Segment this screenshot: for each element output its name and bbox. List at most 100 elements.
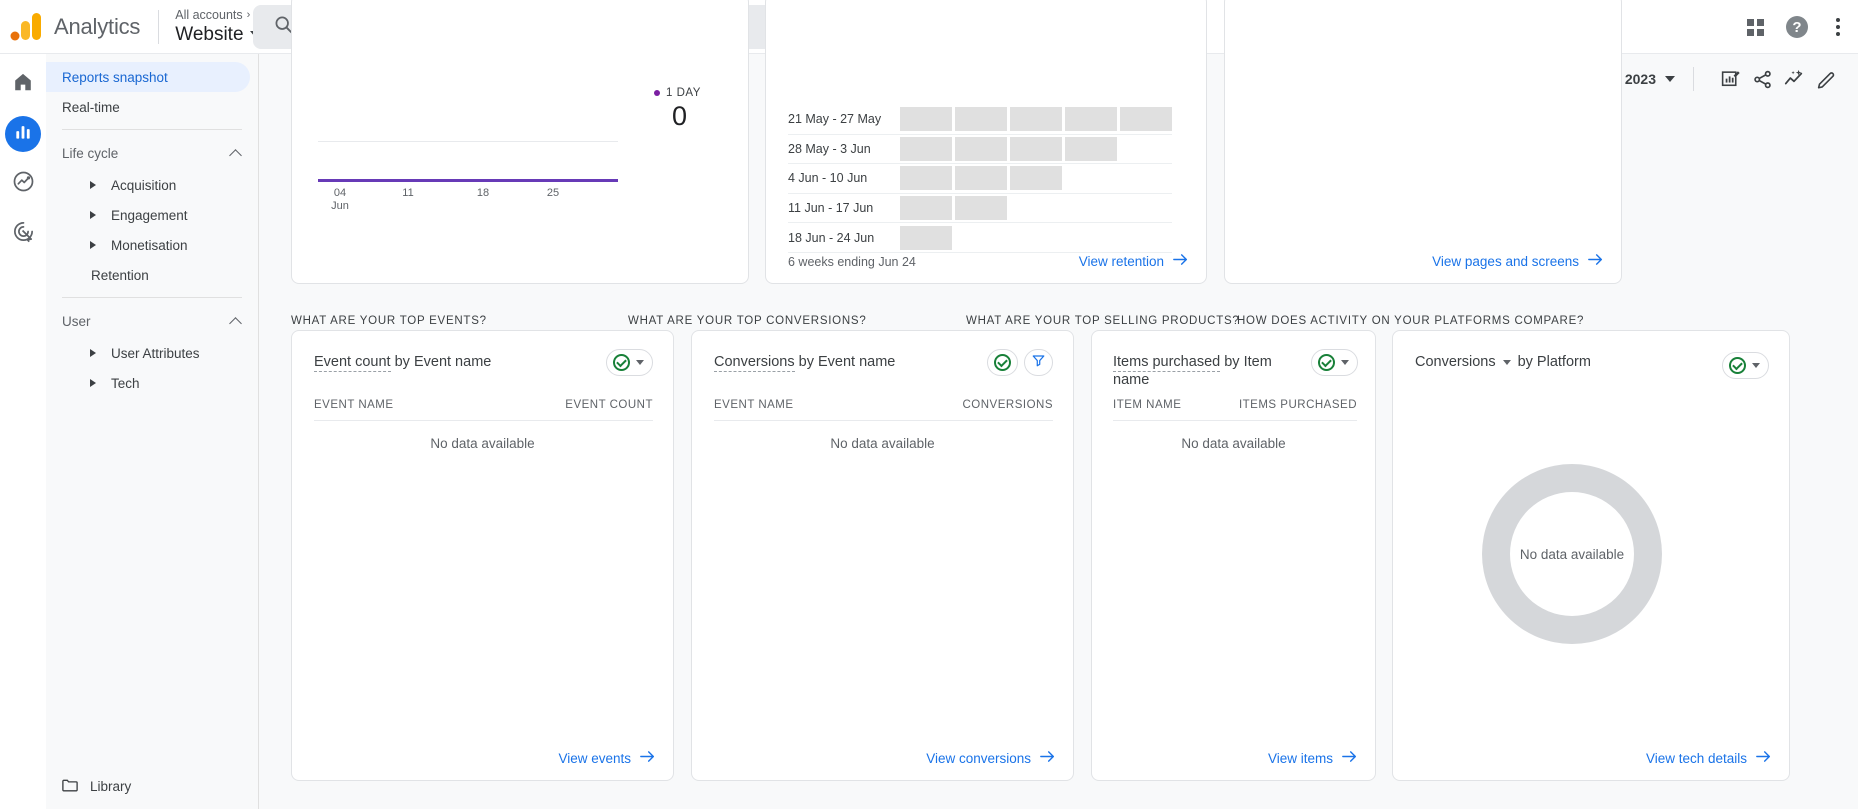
chevron-down-icon [1665, 76, 1675, 82]
filter-badge[interactable] [1024, 349, 1053, 376]
data-quality-badge[interactable] [606, 349, 653, 376]
card-title: Event count by Event name [314, 353, 574, 371]
sidebar-item-label: Reports snapshot [62, 70, 168, 85]
sparkline-line [318, 179, 618, 182]
sparkline-tick-3: 25 [535, 187, 571, 200]
sparkline-legend: 1 DAY [654, 87, 701, 99]
help-icon[interactable]: ? [1786, 16, 1808, 38]
card-users-sparkline: 04 Jun 11 18 25 1 DAY 0 [291, 0, 749, 284]
card-title-metric[interactable]: Event count [314, 354, 391, 372]
card-header: Conversions by Event name [714, 353, 964, 371]
chevron-up-icon [229, 317, 242, 330]
cohort-label: 21 May - 27 May [788, 112, 900, 126]
column-header: ITEM NAME [1113, 399, 1181, 411]
sparkline-gridline [318, 141, 618, 142]
cohort-label: 28 May - 3 Jun [788, 142, 900, 156]
property-name: Website [175, 23, 243, 46]
chevron-up-icon [229, 149, 242, 162]
sidebar-item-engagement[interactable]: Engagement [46, 200, 258, 230]
table-row: 21 May - 27 May [788, 105, 1172, 135]
sidebar-item-real-time[interactable]: Real-time [46, 92, 250, 122]
link-label: View tech details [1646, 751, 1747, 766]
column-header: EVENT NAME [714, 399, 794, 411]
section-label-top-selling-products: WHAT ARE YOUR TOP SELLING PRODUCTS? [966, 315, 1240, 327]
sidebar-item-label: Library [90, 779, 131, 794]
card-title: Items purchased by Item name [1113, 353, 1278, 389]
insights-icon[interactable] [1780, 65, 1808, 93]
empty-state-message: No data available [1092, 436, 1375, 451]
rail-item-explore[interactable] [5, 166, 41, 202]
library-folder-icon [62, 778, 78, 795]
cohort-cells [900, 226, 952, 250]
card-title-metric[interactable]: Items purchased [1113, 354, 1220, 372]
legend-dot-icon [654, 90, 660, 96]
breadcrumb-separator: › [247, 8, 251, 23]
header-divider [1693, 67, 1694, 91]
cohort-table: 21 May - 27 May 28 May - 3 Jun 4 Jun - 1… [788, 105, 1172, 253]
icon-rail [0, 54, 46, 809]
data-quality-badge[interactable] [1311, 349, 1358, 376]
column-header: EVENT COUNT [565, 399, 653, 411]
more-vert-icon[interactable] [1830, 16, 1846, 38]
cohort-label: 11 Jun - 17 Jun [788, 201, 900, 215]
check-circle-icon [1729, 357, 1746, 374]
view-events-link[interactable]: View events [558, 750, 655, 766]
sidebar-item-retention[interactable]: Retention [46, 260, 258, 290]
table-column-headers: EVENT NAME CONVERSIONS [714, 399, 1053, 421]
topbar-actions: ? [1747, 0, 1846, 54]
rail-item-advertising[interactable] [5, 216, 41, 252]
chevron-down-icon [636, 360, 644, 365]
legend-label: 1 DAY [666, 87, 701, 99]
card-title-metric-select[interactable]: Conversions [1415, 353, 1496, 371]
card-top-conversions: Conversions by Event name EVENT NAME CON… [691, 330, 1074, 781]
link-label: View conversions [926, 751, 1031, 766]
card-title-metric: Conversions [1415, 354, 1496, 370]
sidebar-item-library[interactable]: Library [46, 771, 259, 801]
view-pages-and-screens-link[interactable]: View pages and screens [1432, 253, 1603, 269]
view-items-link[interactable]: View items [1268, 750, 1357, 766]
card-title-dimension: by Event name [799, 354, 896, 370]
card-title-metric[interactable]: Conversions [714, 354, 795, 372]
section-title: Life cycle [62, 146, 118, 161]
sidebar-item-user-attributes[interactable]: User Attributes [46, 338, 258, 368]
check-circle-icon [994, 354, 1011, 371]
home-icon [12, 71, 34, 98]
cohort-label: 4 Jun - 10 Jun [788, 171, 900, 185]
sidebar-item-label: Monetisation [76, 238, 188, 253]
sidebar-item-acquisition[interactable]: Acquisition [46, 170, 258, 200]
arrow-right-icon [1342, 750, 1357, 766]
table-row: 18 Jun - 24 Jun [788, 223, 1172, 253]
cohort-footnote: 6 weeks ending Jun 24 [788, 255, 916, 269]
column-header: EVENT NAME [314, 399, 394, 411]
customise-report-icon[interactable] [1716, 65, 1744, 93]
sidebar-item-tech[interactable]: Tech [46, 368, 258, 398]
sidebar-item-reports-snapshot[interactable]: Reports snapshot [46, 62, 250, 92]
advertising-icon [12, 220, 35, 248]
data-quality-badge[interactable] [987, 349, 1018, 376]
sparkline-value: 0 [672, 101, 687, 132]
share-icon[interactable] [1748, 65, 1776, 93]
filter-funnel-icon [1032, 354, 1045, 372]
cohort-cells [900, 107, 1172, 131]
sparkline-tick-0: 04 Jun [322, 187, 358, 213]
check-circle-icon [1318, 354, 1335, 371]
sidebar-item-monetisation[interactable]: Monetisation [46, 230, 258, 260]
rail-item-reports[interactable] [5, 116, 41, 152]
table-row: 11 Jun - 17 Jun [788, 194, 1172, 224]
sidebar-section-life-cycle[interactable]: Life cycle [46, 136, 258, 170]
view-conversions-link[interactable]: View conversions [926, 750, 1055, 766]
apps-grid-icon[interactable] [1747, 19, 1764, 36]
analytics-logo-icon [10, 12, 44, 42]
section-label-top-events: WHAT ARE YOUR TOP EVENTS? [291, 315, 487, 327]
edit-pencil-icon[interactable] [1812, 65, 1840, 93]
link-label: View events [558, 751, 631, 766]
reports-icon [13, 122, 33, 147]
sidebar-section-user[interactable]: User [46, 304, 258, 338]
view-retention-link[interactable]: View retention [1079, 253, 1188, 269]
card-header: Conversions by Platform [1415, 353, 1591, 371]
data-quality-badge[interactable] [1722, 352, 1769, 379]
chevron-down-icon[interactable] [1503, 360, 1511, 365]
rail-item-home[interactable] [5, 66, 41, 102]
section-label-platform-compare: HOW DOES ACTIVITY ON YOUR PLATFORMS COMP… [1237, 315, 1584, 327]
view-tech-details-link[interactable]: View tech details [1646, 750, 1771, 766]
